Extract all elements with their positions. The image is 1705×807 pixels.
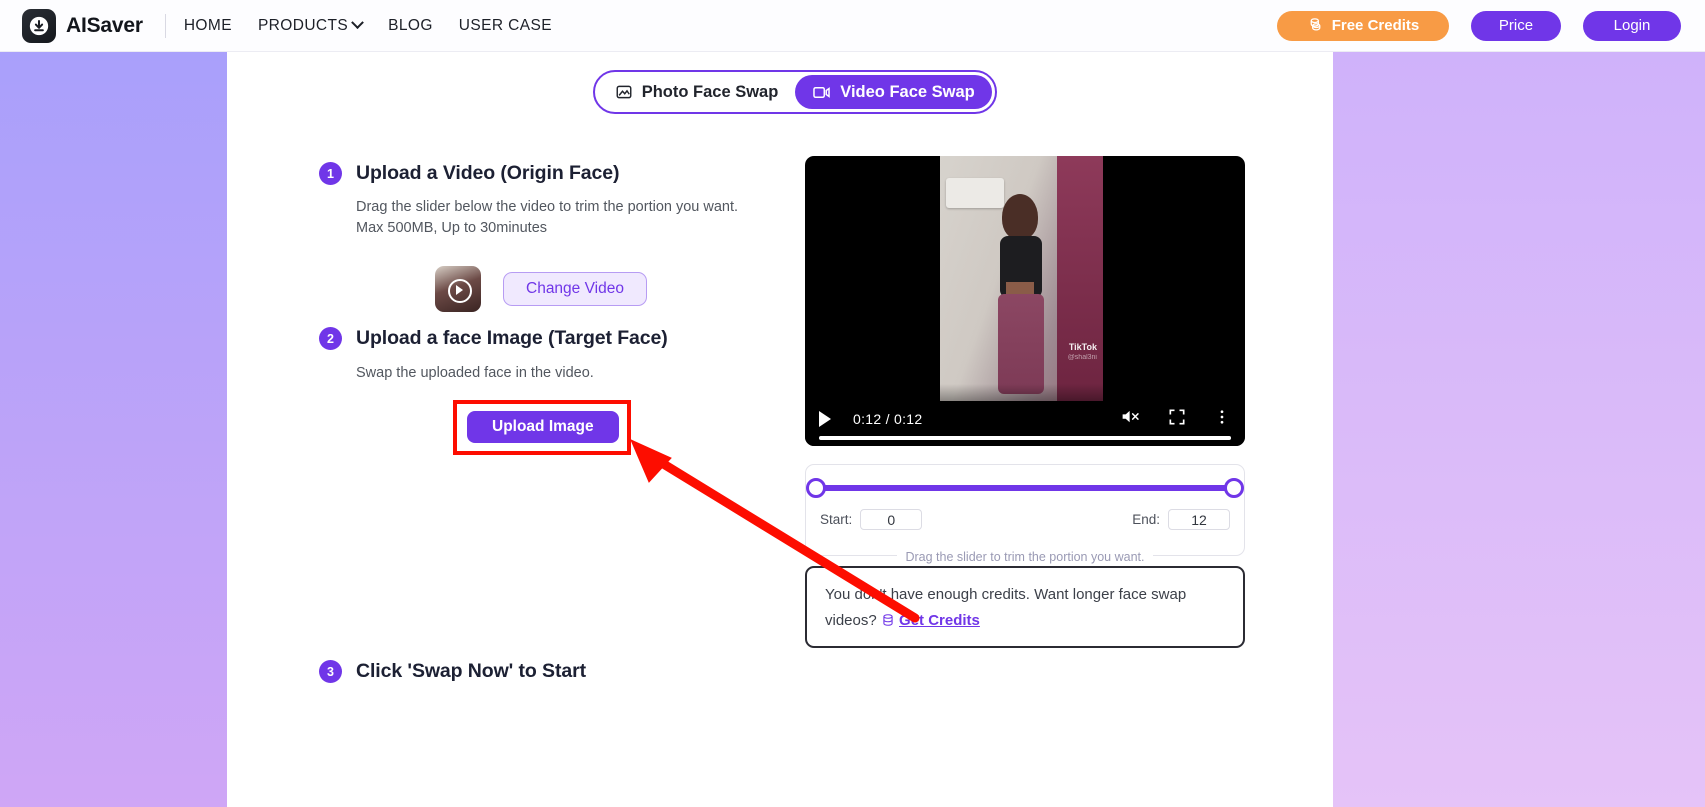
header-divider xyxy=(164,13,166,38)
video-subject-head xyxy=(1002,194,1038,240)
change-video-button[interactable]: Change Video xyxy=(503,272,647,306)
trim-start-input[interactable] xyxy=(860,509,923,530)
main-content: Photo Face Swap Video Face Swap 1 Upload… xyxy=(227,52,1333,807)
free-credits-button[interactable]: Free Credits xyxy=(1277,10,1449,41)
page-root: AISaver HOME PRODUCTS BLOG USER CASE Fre… xyxy=(0,0,1705,807)
video-selection-row: Change Video xyxy=(435,266,647,312)
mode-tabs: Photo Face Swap Video Face Swap xyxy=(593,70,997,114)
trim-start-label: Start: xyxy=(820,512,853,527)
tab-label: Video Face Swap xyxy=(840,82,975,101)
step-3-title: Click 'Swap Now' to Start xyxy=(356,660,586,682)
image-icon xyxy=(615,83,633,101)
step-2-header: 2 Upload a face Image (Target Face) xyxy=(319,327,668,350)
step-1-title: Upload a Video (Origin Face) xyxy=(356,162,620,184)
video-thumbnail[interactable] xyxy=(435,266,481,312)
video-progress-fill xyxy=(819,436,1231,440)
nav-item-blog[interactable]: BLOG xyxy=(388,17,433,35)
step-1-desc-line-2: Max 500MB, Up to 30minutes xyxy=(356,220,548,236)
trim-hint-text: Drag the slider to trim the portion you … xyxy=(897,550,1153,564)
trim-end-input[interactable] xyxy=(1168,509,1230,530)
main-nav: HOME PRODUCTS BLOG USER CASE xyxy=(184,16,552,35)
step-1-header: 1 Upload a Video (Origin Face) xyxy=(319,162,619,185)
video-progress-bar[interactable] xyxy=(819,436,1231,440)
trim-fields: Start: End: xyxy=(820,509,1230,530)
video-frame: TikTok @shal3ni xyxy=(940,156,1103,401)
upload-image-button[interactable]: Upload Image xyxy=(467,411,619,443)
tiktok-username: @shal3ni xyxy=(1067,354,1097,361)
get-credits-link[interactable]: Get Credits xyxy=(899,612,980,629)
database-icon xyxy=(881,612,899,629)
trim-end-handle[interactable] xyxy=(1224,478,1244,498)
video-time-display: 0:12 / 0:12 xyxy=(853,411,923,427)
step-2-description: Swap the uploaded face in the video. xyxy=(356,365,594,381)
video-scene-curtain xyxy=(1057,156,1103,401)
step-3-badge: 3 xyxy=(319,660,342,683)
trim-end-label: End: xyxy=(1132,512,1160,527)
trim-start-handle[interactable] xyxy=(806,478,826,498)
nav-item-products[interactable]: PRODUCTS xyxy=(257,16,364,35)
step-1-description: Drag the slider below the video to trim … xyxy=(356,197,776,239)
tab-photo-face-swap[interactable]: Photo Face Swap xyxy=(598,75,795,109)
trim-hint: Drag the slider to trim the portion you … xyxy=(806,550,1244,564)
nav-item-user-case[interactable]: USER CASE xyxy=(459,17,552,35)
tab-label: Photo Face Swap xyxy=(641,82,779,101)
chevron-down-icon xyxy=(351,16,364,30)
credits-notice: You don't have enough credits. Want long… xyxy=(805,566,1245,648)
play-icon[interactable] xyxy=(819,411,831,427)
video-controls-row: 0:12 / 0:12 xyxy=(805,406,1245,432)
login-button[interactable]: Login xyxy=(1583,10,1681,41)
site-header: AISaver HOME PRODUCTS BLOG USER CASE Fre… xyxy=(0,0,1705,52)
fullscreen-icon[interactable] xyxy=(1167,407,1187,432)
logo[interactable]: AISaver xyxy=(22,8,143,43)
nav-item-home[interactable]: HOME xyxy=(184,17,232,35)
trim-slider-card: Start: End: Drag the slider to trim the … xyxy=(805,464,1245,564)
nav-label: PRODUCTS xyxy=(257,16,349,34)
tab-video-face-swap[interactable]: Video Face Swap xyxy=(795,75,992,109)
trim-range-track[interactable] xyxy=(806,478,1244,498)
video-camera-icon xyxy=(812,83,831,102)
step-2-badge: 2 xyxy=(319,327,342,350)
play-icon xyxy=(456,285,463,295)
free-credits-label: Free Credits xyxy=(1331,17,1420,34)
nav-label: HOME xyxy=(183,16,232,34)
step-1-desc-line-1: Drag the slider below the video to trim … xyxy=(356,199,739,215)
trim-end-group: End: xyxy=(1132,509,1230,530)
left-gradient-panel xyxy=(0,52,227,807)
step-2-title: Upload a face Image (Target Face) xyxy=(356,327,668,349)
download-arrow-icon xyxy=(22,8,56,43)
video-player[interactable]: TikTok @shal3ni 0:12 / 0:12 xyxy=(805,156,1245,446)
video-subject-pants xyxy=(998,294,1044,394)
video-scene-ac-unit xyxy=(946,178,1004,208)
right-gradient-panel xyxy=(1333,52,1705,807)
tiktok-watermark: TikTok xyxy=(1068,342,1097,352)
step-1-badge: 1 xyxy=(319,162,342,185)
coins-icon xyxy=(1307,15,1324,36)
trim-start-group: Start: xyxy=(820,509,923,530)
price-button[interactable]: Price xyxy=(1471,10,1561,41)
nav-label: USER CASE xyxy=(458,16,552,34)
step-3-header: 3 Click 'Swap Now' to Start xyxy=(319,660,586,683)
volume-muted-icon[interactable] xyxy=(1120,406,1141,432)
more-vertical-icon[interactable] xyxy=(1213,408,1231,431)
nav-label: BLOG xyxy=(388,16,433,34)
brand-name: AISaver xyxy=(66,13,143,37)
header-actions: Free Credits Price Login xyxy=(1277,10,1681,41)
video-controls: 0:12 / 0:12 xyxy=(805,384,1245,446)
video-controls-right xyxy=(1120,406,1231,432)
credits-notice-text: You don't have enough credits. Want long… xyxy=(825,586,1187,629)
